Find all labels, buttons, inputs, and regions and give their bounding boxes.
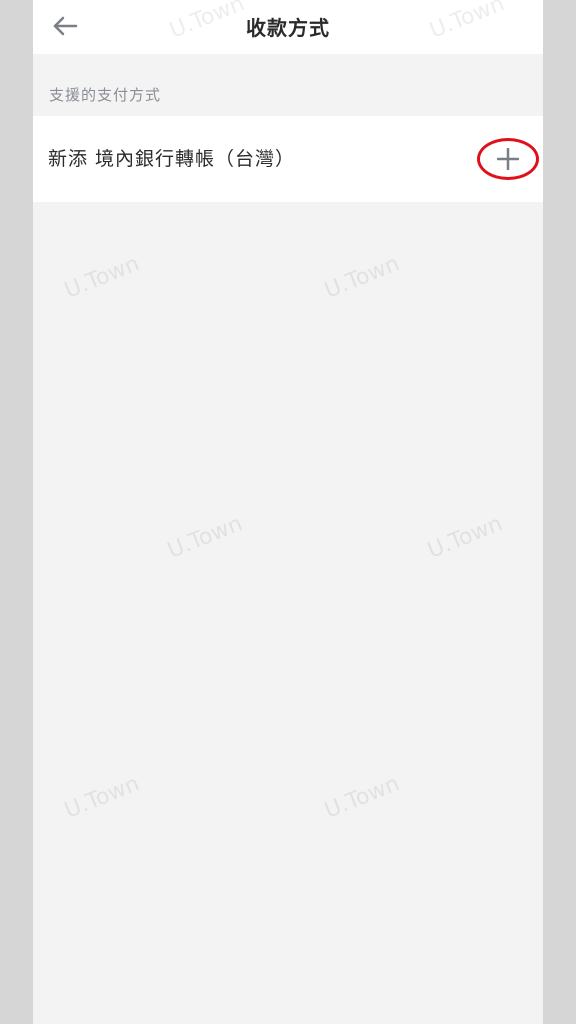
add-button[interactable] [477, 138, 539, 180]
watermark: U.Town [164, 511, 247, 564]
watermark: U.Town [321, 251, 404, 304]
section-label: 支援的支付方式 [49, 86, 162, 104]
watermark: U.Town [424, 511, 507, 564]
watermark: U.Town [61, 251, 144, 304]
phone-screen: 收款方式 支援的支付方式 新添 境內銀行轉帳（台灣） U.Town U.Town… [33, 0, 543, 1024]
watermark: U.Town [61, 771, 144, 824]
method-label: 新添 境內銀行轉帳（台灣） [48, 148, 296, 170]
top-bar: 收款方式 [33, 0, 543, 54]
watermark: U.Town [321, 771, 404, 824]
add-bank-transfer-row[interactable]: 新添 境內銀行轉帳（台灣） [33, 116, 543, 202]
plus-icon [497, 148, 519, 170]
page-title: 收款方式 [246, 16, 330, 40]
